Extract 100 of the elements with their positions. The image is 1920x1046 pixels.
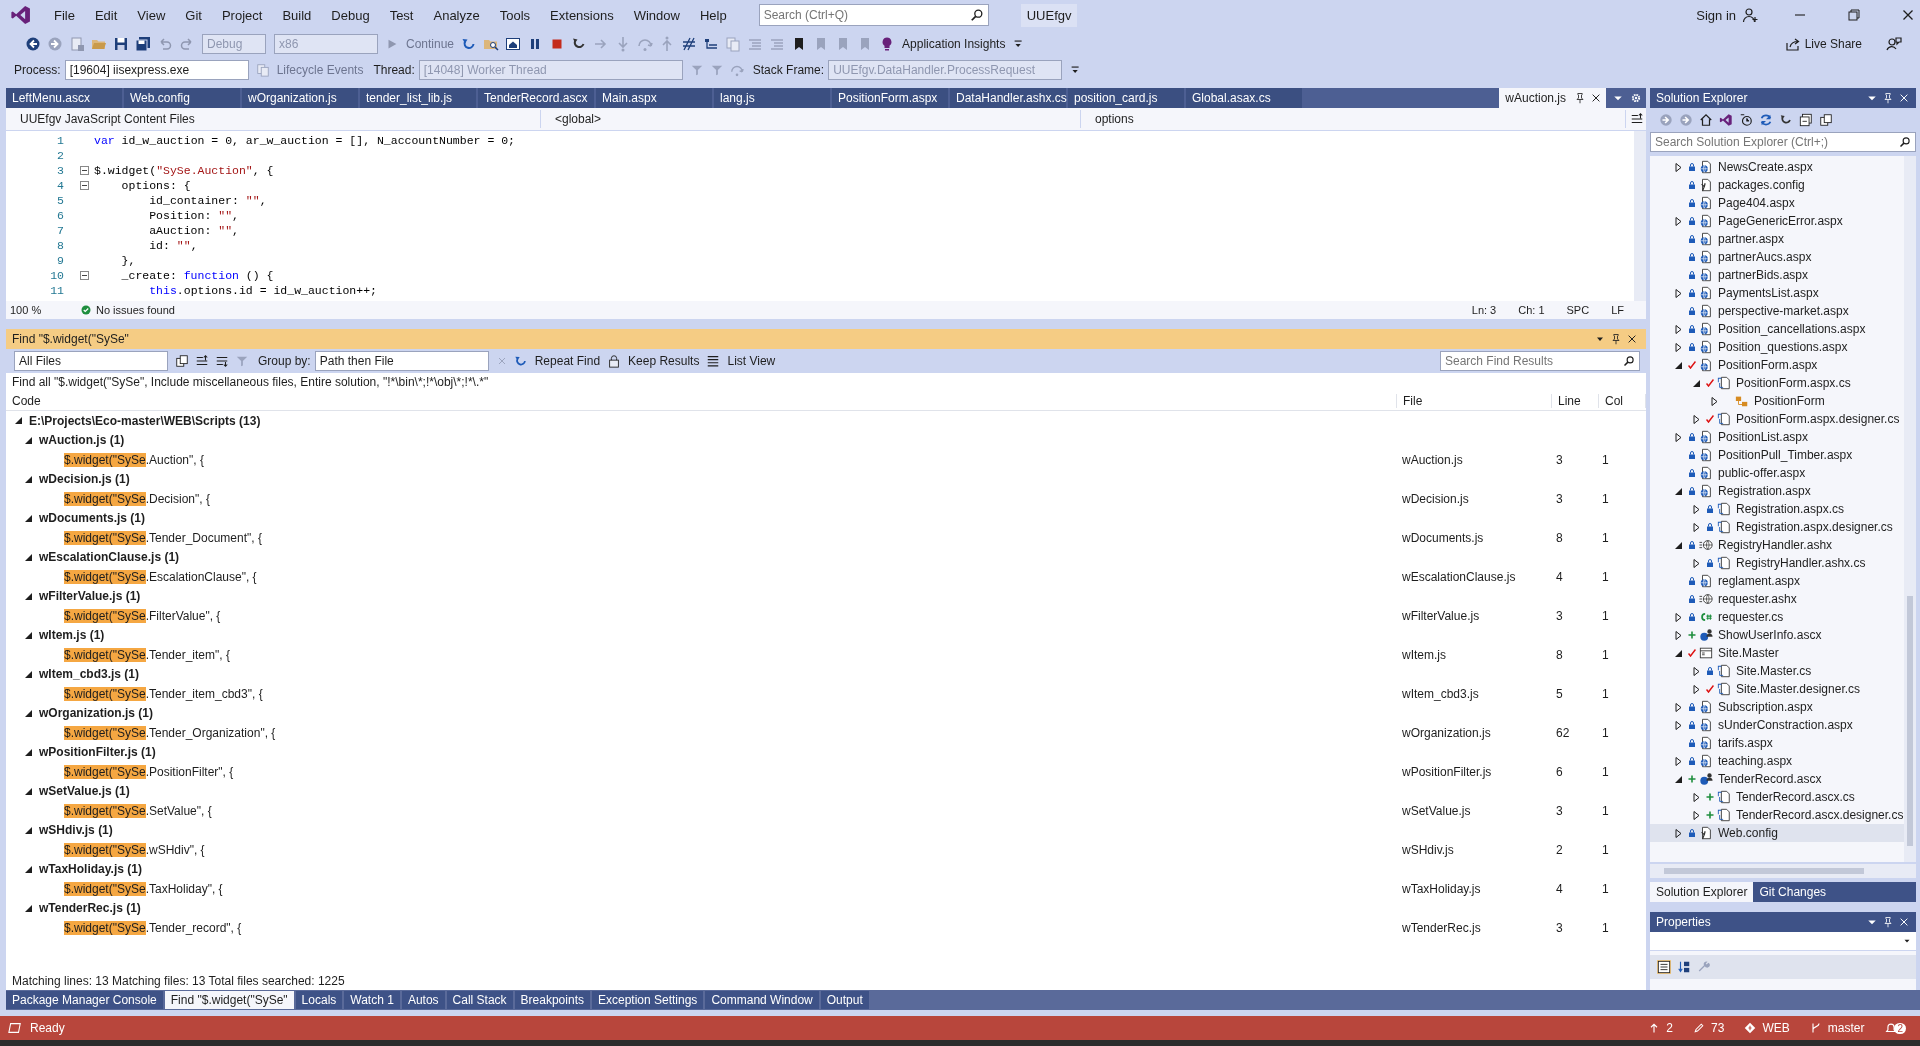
close-icon[interactable] <box>1898 916 1910 928</box>
code-match[interactable]: $.widget("SySe.EscalationClause", { <box>64 569 257 584</box>
tree-item[interactable]: sUnderConstraction.aspx <box>1650 716 1904 734</box>
tree-item[interactable]: TenderRecord.ascx <box>1650 770 1904 788</box>
browser-icon[interactable] <box>505 36 522 52</box>
expander-icon[interactable] <box>1692 558 1701 568</box>
tree-item[interactable]: Page404.aspx <box>1650 194 1904 212</box>
pin-icon[interactable] <box>1610 333 1622 345</box>
expander-icon[interactable] <box>24 708 33 718</box>
expander-icon[interactable] <box>1674 486 1683 496</box>
tree-item[interactable]: RegistryHandler.ashx <box>1650 536 1904 554</box>
file-name[interactable]: wDecision.js (1) <box>39 472 130 487</box>
editor-tab[interactable]: Global.asax.cs <box>1186 88 1302 108</box>
tree-item[interactable]: PositionForm <box>1650 392 1904 410</box>
alphabetical-icon[interactable] <box>1677 960 1691 974</box>
file-name[interactable]: wSHdiv.js (1) <box>39 823 113 838</box>
tree-item[interactable]: teaching.aspx <box>1650 752 1904 770</box>
expander-icon[interactable] <box>24 786 33 796</box>
tree-item[interactable]: requester.ashx <box>1650 590 1904 608</box>
tree-item[interactable]: PositionList.aspx <box>1650 428 1904 446</box>
expander-icon[interactable] <box>24 591 33 601</box>
expander-icon[interactable] <box>1674 342 1683 352</box>
file-name[interactable]: wItem_cbd3.js (1) <box>39 667 140 682</box>
tree-item[interactable]: partnerBids.aspx <box>1650 266 1904 284</box>
issues-status[interactable]: No issues found <box>96 304 175 316</box>
changes-count[interactable]: 73 <box>1711 1021 1725 1035</box>
code-match[interactable]: $.widget("SySe.PositionFilter", { <box>64 764 234 779</box>
tree-item[interactable]: TenderRecord.ascx.cs <box>1650 788 1904 806</box>
sync-icon[interactable] <box>1759 113 1773 127</box>
tree-item[interactable]: Site.Master.cs <box>1650 662 1904 680</box>
list-view-button[interactable]: List View <box>723 354 780 368</box>
tree-item[interactable]: TenderRecord.ascx.designer.cs <box>1650 806 1904 824</box>
repository-selector[interactable]: WEB <box>1762 1021 1790 1035</box>
expander-icon[interactable] <box>24 747 33 757</box>
expander-icon[interactable] <box>1674 774 1683 784</box>
editor-tab[interactable]: LeftMenu.ascx <box>6 88 122 108</box>
tree-item[interactable]: PageGenericError.aspx <box>1650 212 1904 230</box>
panel-tab[interactable]: Locals <box>295 991 343 1009</box>
repeat-find-button[interactable]: Repeat Find <box>530 354 605 368</box>
member-dropdown[interactable]: options <box>1081 110 1626 128</box>
editor-tab[interactable]: DataHandler.ashx.cs <box>950 88 1066 108</box>
expander-icon[interactable] <box>1674 702 1683 712</box>
column-header[interactable]: File <box>1397 394 1552 408</box>
pin-icon[interactable] <box>1882 92 1894 104</box>
expander-icon[interactable] <box>1692 810 1701 820</box>
editor-tab[interactable]: PositionForm.aspx <box>832 88 948 108</box>
file-name[interactable]: wSetValue.js (1) <box>39 784 130 799</box>
save-icon[interactable] <box>113 36 129 52</box>
settings-icon[interactable] <box>1630 92 1642 104</box>
expander-icon[interactable] <box>1674 216 1683 226</box>
expander-icon[interactable] <box>24 474 33 484</box>
line-ending-indicator[interactable]: LF <box>1611 304 1624 316</box>
menu-item[interactable]: Edit <box>84 7 128 23</box>
tree-item[interactable]: NewsCreate.aspx <box>1650 158 1904 176</box>
tree-item[interactable]: PositionForm.aspx.cs <box>1650 374 1904 392</box>
expander-icon[interactable] <box>1674 630 1683 640</box>
file-name[interactable]: wTenderRec.js (1) <box>39 901 141 916</box>
panel-tab[interactable]: Solution Explorer <box>1650 882 1754 902</box>
application-insights-button[interactable]: Application Insights <box>898 37 1010 51</box>
menu-item[interactable]: Build <box>272 7 322 23</box>
pencil-icon[interactable] <box>1693 1022 1706 1034</box>
code-match[interactable]: $.widget("SySe.Tender_Organization", { <box>64 725 276 740</box>
scope-dropdown[interactable]: <global> <box>541 110 1081 128</box>
scrollbar[interactable] <box>1634 131 1646 301</box>
column-header[interactable]: Col <box>1599 394 1646 408</box>
home-icon[interactable] <box>1699 113 1713 127</box>
collapse-icon[interactable] <box>79 166 89 175</box>
expander-icon[interactable] <box>24 630 33 640</box>
expander-icon[interactable] <box>24 903 33 913</box>
editor-tab[interactable]: lang.js <box>714 88 830 108</box>
save-all-icon[interactable] <box>135 36 151 52</box>
menu-item[interactable]: File <box>44 7 85 23</box>
sign-in-link[interactable]: Sign in <box>1696 7 1736 23</box>
menu-item[interactable]: Tools <box>489 7 541 23</box>
panel-tab[interactable]: Call Stack <box>446 991 513 1009</box>
tree-item[interactable]: reglament.aspx <box>1650 572 1904 590</box>
pin-icon[interactable] <box>1882 916 1894 928</box>
next-result-icon[interactable] <box>215 354 229 368</box>
tree-item[interactable]: partnerAucs.aspx <box>1650 248 1904 266</box>
column-header[interactable]: Line <box>1552 394 1599 408</box>
tree-item[interactable]: Site.Master.designer.cs <box>1650 680 1904 698</box>
tree-item[interactable]: tarifs.aspx <box>1650 734 1904 752</box>
live-share-button[interactable]: Live Share <box>1800 37 1866 51</box>
branch-icon[interactable] <box>1809 1022 1822 1034</box>
lock-icon[interactable] <box>607 354 622 368</box>
expander-icon[interactable] <box>24 825 33 835</box>
tree-item[interactable]: Registration.aspx.designer.cs <box>1650 518 1904 536</box>
copy-icon[interactable] <box>175 354 189 368</box>
expander-icon[interactable] <box>24 669 33 679</box>
menu-item[interactable]: View <box>127 7 176 23</box>
tree-item[interactable]: public-offer.aspx <box>1650 464 1904 482</box>
scope-dropdown[interactable]: All Files <box>14 351 168 371</box>
search-field[interactable]: Search (Ctrl+Q) <box>758 4 989 26</box>
menu-item[interactable]: Help <box>689 7 737 23</box>
tree-item[interactable]: perspective-market.aspx <box>1650 302 1904 320</box>
expander-icon[interactable] <box>1674 720 1683 730</box>
repository-icon[interactable] <box>1744 1022 1757 1034</box>
close-icon[interactable] <box>1898 92 1910 104</box>
expander-icon[interactable] <box>24 513 33 523</box>
tree-item[interactable]: partner.aspx <box>1650 230 1904 248</box>
